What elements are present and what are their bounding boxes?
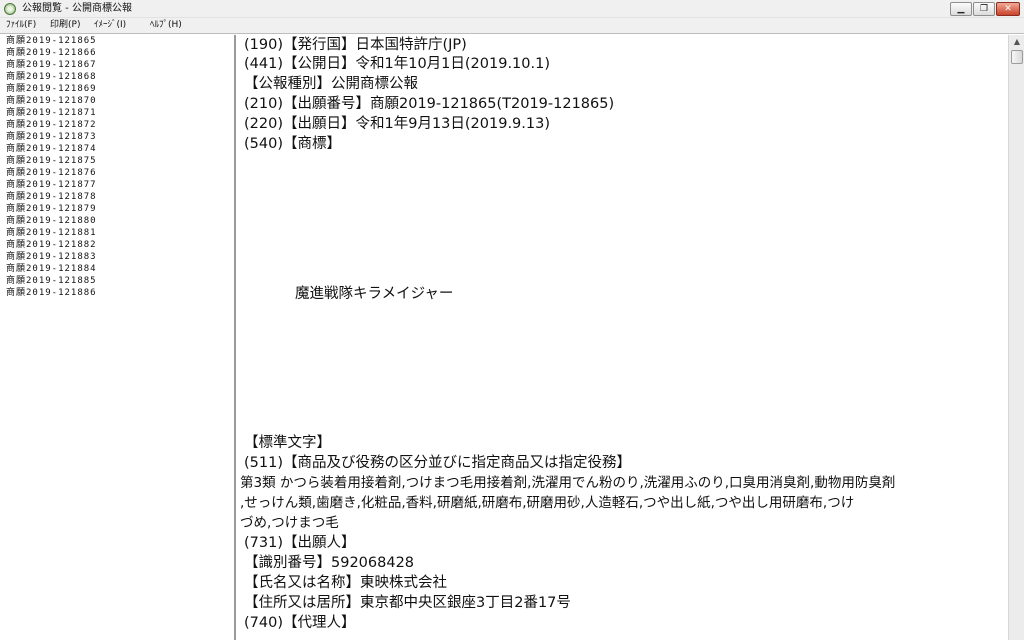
applicant-id-line: 【識別番号】592068428: [244, 555, 415, 571]
list-item[interactable]: 商願2019-121882: [6, 239, 97, 251]
applicant-heading: (731)【出願人】: [244, 535, 356, 551]
close-button[interactable]: ✕: [996, 2, 1020, 16]
filing-date-line: (220)【出願日】令和1年9月13日(2019.9.13): [244, 116, 551, 132]
trademark-text: 魔進戦隊キラメイジャー: [295, 286, 454, 302]
list-item[interactable]: 商願2019-121878: [6, 191, 97, 203]
menu-image[interactable]: ｲﾒｰｼﾞ(I): [94, 19, 126, 32]
menu-bar: ﾌｧｲﾙ(F) 印刷(P) ｲﾒｰｼﾞ(I) ﾍﾙﾌﾟ(H): [0, 18, 1024, 34]
list-item[interactable]: 商願2019-121872: [6, 119, 97, 131]
application-number-line: (210)【出願番号】商願2019-121865(T2019-121865): [244, 96, 615, 112]
window-title: 公報閲覧 - 公開商標公報: [22, 3, 132, 14]
list-item[interactable]: 商願2019-121867: [6, 59, 97, 71]
list-item[interactable]: 商願2019-121880: [6, 215, 97, 227]
application-list: 商願2019-121865 商願2019-121866 商願2019-12186…: [0, 35, 236, 640]
list-item[interactable]: 商願2019-121869: [6, 83, 97, 95]
document-view: (190)【発行国】日本国特許庁(JP) (441)【公開日】令和1年10月1日…: [238, 35, 1008, 640]
menu-file[interactable]: ﾌｧｲﾙ(F): [6, 19, 36, 32]
menu-print[interactable]: 印刷(P): [50, 19, 80, 32]
goods-line-1: 第3類 かつら装着用接着剤,つけまつ毛用接着剤,洗濯用でん粉のり,洗濯用ふのり,…: [240, 475, 896, 491]
scroll-up-arrow-icon[interactable]: ▲: [1010, 35, 1024, 49]
issuer-line: (190)【発行国】日本国特許庁(JP): [244, 37, 467, 53]
minimize-button[interactable]: ▁: [950, 2, 972, 16]
list-item[interactable]: 商願2019-121876: [6, 167, 97, 179]
applicant-name-line: 【氏名又は名称】東映株式会社: [244, 575, 447, 591]
list-item[interactable]: 商願2019-121877: [6, 179, 97, 191]
applicant-address-line: 【住所又は居所】東京都中央区銀座3丁目2番17号: [244, 595, 571, 611]
menu-help[interactable]: ﾍﾙﾌﾟ(H): [150, 19, 182, 32]
list-item[interactable]: 商願2019-121881: [6, 227, 97, 239]
maximize-button[interactable]: ❐: [973, 2, 995, 16]
vertical-scrollbar[interactable]: ▲: [1008, 35, 1024, 640]
list-item[interactable]: 商願2019-121866: [6, 47, 97, 59]
list-item[interactable]: 商願2019-121879: [6, 203, 97, 215]
goods-heading: (511)【商品及び役務の区分並びに指定商品又は指定役務】: [244, 455, 631, 471]
list-item[interactable]: 商願2019-121874: [6, 143, 97, 155]
list-item[interactable]: 商願2019-121884: [6, 263, 97, 275]
app-globe-icon: [4, 3, 16, 15]
trademark-heading: (540)【商標】: [244, 136, 341, 152]
goods-line-2: ,せっけん類,歯磨き,化粧品,香料,研磨紙,研磨布,研磨用砂,人造軽石,つや出し…: [240, 495, 855, 511]
scrollbar-thumb[interactable]: [1011, 50, 1023, 64]
list-item[interactable]: 商願2019-121885: [6, 275, 97, 287]
title-bar: 公報閲覧 - 公開商標公報 ▁ ❐ ✕: [0, 0, 1024, 18]
list-item[interactable]: 商願2019-121875: [6, 155, 97, 167]
list-item[interactable]: 商願2019-121865: [6, 35, 97, 47]
list-item[interactable]: 商願2019-121870: [6, 95, 97, 107]
list-item[interactable]: 商願2019-121868: [6, 71, 97, 83]
publication-date-line: (441)【公開日】令和1年10月1日(2019.10.1): [244, 56, 551, 72]
list-item[interactable]: 商願2019-121883: [6, 251, 97, 263]
agent-heading: (740)【代理人】: [244, 615, 356, 631]
goods-line-3: づめ,つけまつ毛: [240, 515, 339, 531]
list-item[interactable]: 商願2019-121873: [6, 131, 97, 143]
list-item[interactable]: 商願2019-121886: [6, 287, 97, 299]
list-item[interactable]: 商願2019-121871: [6, 107, 97, 119]
standard-characters-line: 【標準文字】: [244, 435, 331, 451]
publication-type-line: 【公報種別】公開商標公報: [244, 76, 418, 92]
